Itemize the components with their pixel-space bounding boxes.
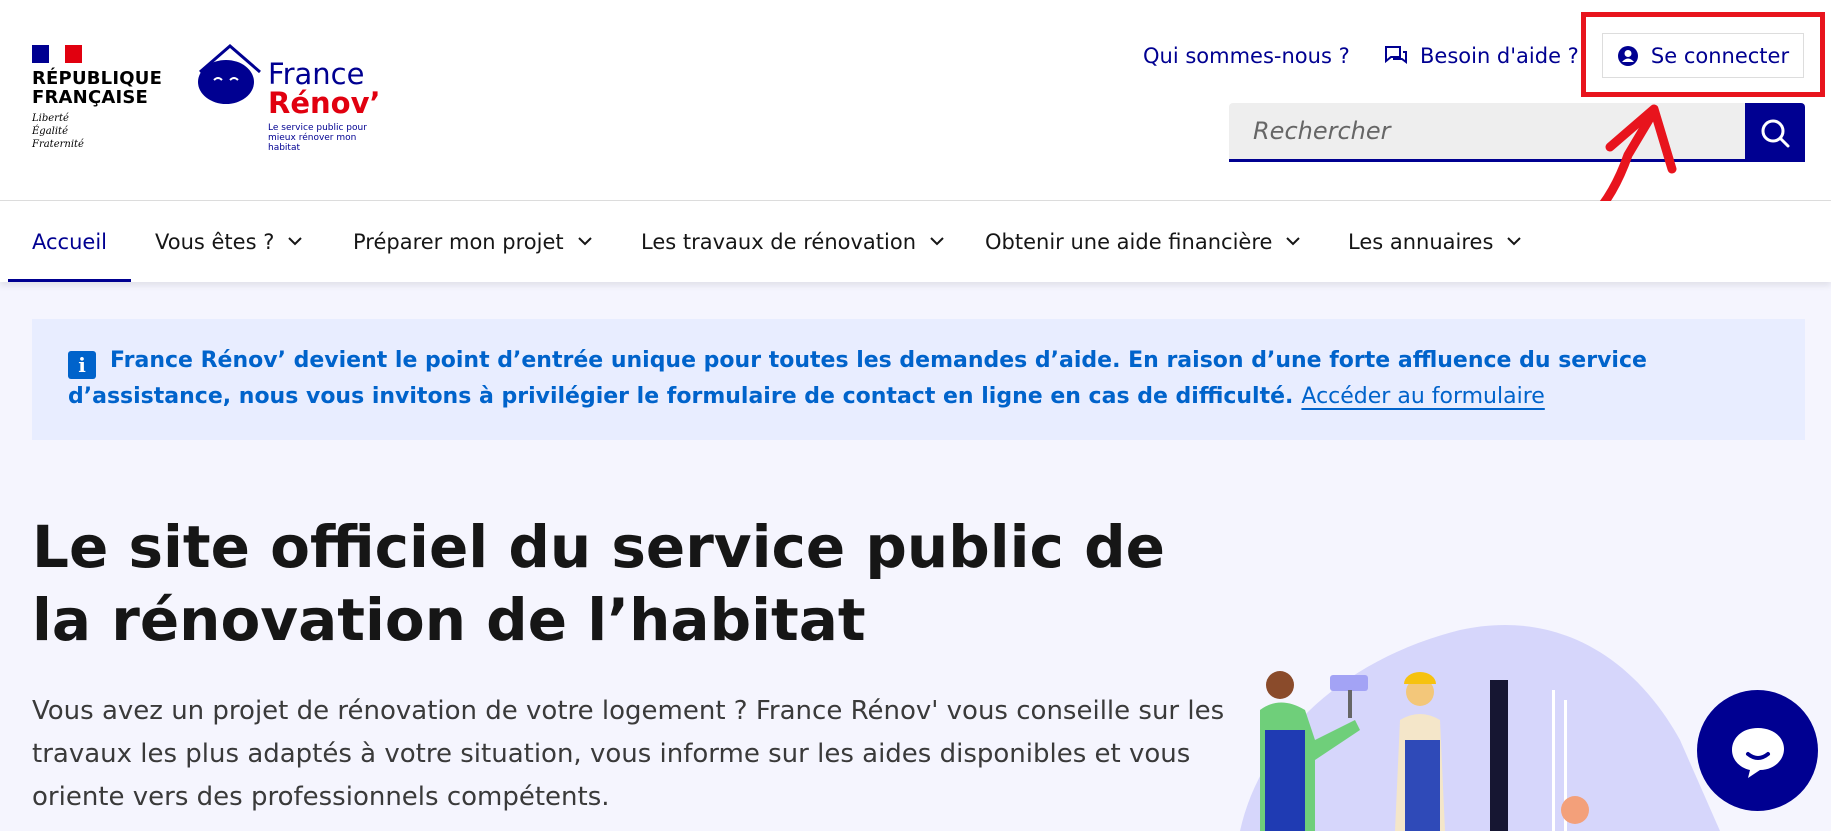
notice-form-link[interactable]: Accéder au formulaire (1301, 384, 1544, 409)
chevron-down-icon (930, 237, 944, 246)
chevron-down-icon (288, 237, 303, 246)
republic-line2: FRANÇAISE (32, 87, 149, 108)
search-icon (1761, 119, 1790, 147)
nav-item-label: Obtenir une aide financière (985, 229, 1273, 254)
brand-line2: Rénov’ (268, 86, 381, 120)
info-icon: i (68, 351, 96, 379)
nav-item-label: Vous êtes ? (155, 229, 275, 254)
chat-bubbles-icon (1385, 45, 1407, 64)
house-logo-icon (198, 44, 261, 104)
nav-item-label: Les annuaires (1348, 229, 1494, 254)
nav-item-preparer-projet[interactable]: Préparer mon projet (353, 201, 592, 282)
nav-item-annuaires[interactable]: Les annuaires (1348, 201, 1522, 282)
chevron-down-icon (1286, 237, 1301, 246)
france-renov-logo[interactable]: France Rénov’ Le service public pour mie… (196, 42, 396, 153)
nav-item-aide-financiere[interactable]: Obtenir une aide financière (985, 201, 1301, 282)
login-button[interactable]: Se connecter (1602, 33, 1804, 78)
brand-tagline: Le service public pour mieux rénover mon… (268, 123, 367, 153)
republique-francaise-logo[interactable]: RÉPUBLIQUE FRANÇAISE Liberté Égalité Fra… (32, 45, 162, 151)
help-link[interactable]: Besoin d'aide ? (1384, 33, 1579, 78)
nav-item-accueil[interactable]: Accueil (8, 201, 131, 282)
republic-line1: RÉPUBLIQUE (32, 68, 163, 89)
chat-assistant-button[interactable] (1697, 690, 1818, 811)
chevron-down-icon (577, 237, 592, 246)
info-notice: i France Rénov’ devient le point d’entrée… (32, 319, 1805, 440)
french-flag-icon (32, 45, 83, 63)
page-title: Le site officiel du service public de la… (32, 513, 1165, 654)
nav-item-label: Les travaux de rénovation (641, 229, 917, 254)
main-navigation: Accueil Vous êtes ? Préparer mon projet … (0, 201, 1831, 282)
republic-name: RÉPUBLIQUE FRANÇAISE (32, 69, 162, 107)
search-button[interactable] (1745, 103, 1805, 162)
site-header: RÉPUBLIQUE FRANÇAISE Liberté Égalité Fra… (0, 0, 1831, 201)
nav-item-label: Accueil (32, 229, 107, 254)
chat-bubble-icon (1731, 727, 1784, 778)
about-link-label: Qui sommes-nous ? (1143, 43, 1350, 68)
nav-item-vous-etes[interactable]: Vous êtes ? (155, 201, 303, 282)
user-icon (1617, 45, 1638, 66)
help-link-label: Besoin d'aide ? (1420, 43, 1579, 68)
chevron-down-icon (1507, 237, 1522, 246)
login-button-label: Se connecter (1650, 43, 1790, 68)
hero-description: Vous avez un projet de rénovation de vot… (32, 696, 1225, 812)
search-bar (1229, 103, 1805, 162)
search-input[interactable] (1229, 103, 1745, 162)
nav-item-label: Préparer mon projet (353, 229, 564, 254)
nav-item-travaux-renovation[interactable]: Les travaux de rénovation (641, 201, 944, 282)
workers-illustration-icon (1240, 624, 1720, 831)
motto-liberte: Liberté (32, 113, 69, 124)
motto-egalite: Égalité (32, 126, 68, 137)
republic-motto: Liberté Égalité Fraternité (32, 112, 162, 151)
motto-fraternite: Fraternité (32, 139, 84, 150)
about-link[interactable]: Qui sommes-nous ? (1143, 33, 1350, 78)
